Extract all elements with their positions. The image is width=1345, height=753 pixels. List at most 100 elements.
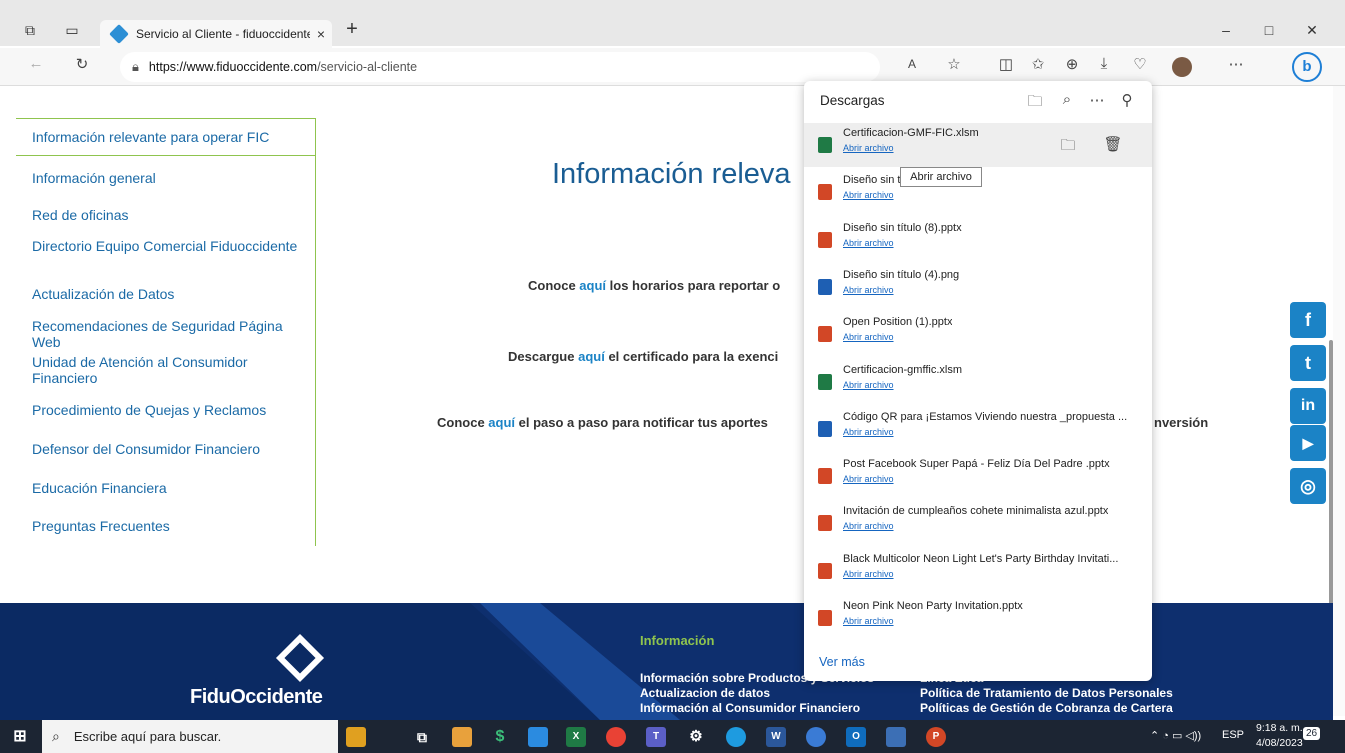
read-aloud-icon[interactable]: A bbox=[900, 57, 924, 71]
footer-link-datos-personales[interactable]: Política de Tratamiento de Datos Persona… bbox=[920, 686, 1173, 700]
store-icon[interactable] bbox=[528, 727, 548, 747]
see-more-link[interactable]: Ver más bbox=[819, 655, 865, 669]
page-heading: Información releva bbox=[552, 158, 791, 190]
taskbar-search-box[interactable]: ⌕ Escribe aquí para buscar. bbox=[42, 720, 338, 753]
download-item[interactable]: Código QR para ¡Estamos Viviendo nuestra… bbox=[804, 407, 1152, 451]
collections-icon[interactable]: ⊕ bbox=[1060, 55, 1084, 73]
download-item[interactable]: Certificacion-gmffic.xlsm Abrir archivo bbox=[804, 360, 1152, 404]
open-file-link[interactable]: Abrir archivo bbox=[843, 143, 894, 153]
footer-link-actualizacion[interactable]: Actualizacion de datos bbox=[640, 686, 770, 700]
new-tab-button[interactable]: + bbox=[340, 18, 364, 41]
download-item[interactable]: Open Position (1).pptx Abrir archivo bbox=[804, 312, 1152, 356]
word-icon[interactable]: W bbox=[766, 727, 786, 747]
money-app-icon[interactable]: $ bbox=[490, 727, 510, 747]
maximize-button[interactable]: □ bbox=[1257, 22, 1281, 38]
open-file-link[interactable]: Abrir archivo bbox=[843, 238, 894, 248]
more-options-icon[interactable]: ⋯ bbox=[1086, 91, 1108, 109]
download-file-name: Código QR para ¡Estamos Viviendo nuestra… bbox=[843, 410, 1128, 423]
url-host: https://www.fiduoccidente.com bbox=[148, 60, 318, 74]
aportes-link[interactable]: aquí bbox=[488, 415, 515, 430]
open-file-link[interactable]: Abrir archivo bbox=[843, 427, 894, 437]
open-file-link[interactable]: Abrir archivo bbox=[843, 616, 894, 626]
download-item[interactable]: Invitación de cumpleaños cohete minimali… bbox=[804, 501, 1152, 545]
open-file-link[interactable]: Abrir archivo bbox=[843, 569, 894, 579]
download-item[interactable]: Diseño sin título (4).png Abrir archivo bbox=[804, 265, 1152, 309]
open-downloads-folder-icon[interactable]: 🗀︎ bbox=[1024, 91, 1046, 116]
footer-link-consumidor[interactable]: Información al Consumidor Financiero bbox=[640, 701, 860, 715]
browser-essentials-icon[interactable]: ♡ bbox=[1128, 55, 1152, 73]
file-explorer-icon[interactable] bbox=[452, 727, 472, 747]
settings-more-icon[interactable]: ⋯ bbox=[1224, 55, 1248, 73]
open-file-link[interactable]: Abrir archivo bbox=[843, 332, 894, 342]
downloads-icon[interactable]: ⤓ bbox=[1092, 55, 1116, 72]
open-file-link[interactable]: Abrir archivo bbox=[843, 521, 894, 531]
outlook-icon[interactable]: O bbox=[846, 727, 866, 747]
footer-link-cobranza[interactable]: Políticas de Gestión de Cobranza de Cart… bbox=[920, 701, 1173, 715]
notification-badge[interactable]: 26 bbox=[1303, 727, 1321, 740]
download-item[interactable]: Black Multicolor Neon Light Let's Party … bbox=[804, 549, 1152, 593]
task-view-icon[interactable]: ⧉ bbox=[412, 727, 432, 747]
search-downloads-icon[interactable]: ⌕ bbox=[1056, 91, 1078, 108]
page-scrollbar-thumb[interactable] bbox=[1329, 340, 1333, 610]
youtube-icon[interactable]: ▶ bbox=[1290, 425, 1326, 461]
tab-close-icon[interactable]: × bbox=[310, 26, 332, 42]
menu-item-defensor[interactable]: Defensor del Consumidor Financiero bbox=[32, 441, 312, 457]
language-indicator[interactable]: ESP bbox=[1222, 729, 1244, 741]
tray-icons[interactable]: ⌃ ◔ ▭ ◁)) bbox=[1150, 729, 1201, 742]
clock-date[interactable]: 4/08/2023 bbox=[1256, 737, 1303, 749]
powerpoint-file-icon bbox=[818, 326, 832, 343]
briefcase-icon[interactable] bbox=[346, 727, 366, 747]
browser-tab[interactable]: Servicio al Cliente - fiduoccidente × bbox=[100, 20, 332, 48]
chrome-icon[interactable] bbox=[606, 727, 626, 747]
teams-icon[interactable]: T bbox=[646, 727, 666, 747]
instagram-icon[interactable]: ◎ bbox=[1290, 468, 1326, 504]
back-icon[interactable]: ← bbox=[24, 55, 48, 72]
url-path: /servicio-al-cliente bbox=[317, 60, 418, 74]
split-screen-icon[interactable]: ◫ bbox=[994, 55, 1018, 73]
page-scrollbar-track[interactable] bbox=[1333, 86, 1345, 716]
favorite-star-icon[interactable]: ☆ bbox=[942, 55, 966, 73]
certificado-link[interactable]: aquí bbox=[578, 349, 605, 364]
clock-time[interactable]: 9:18 a. m. bbox=[1256, 722, 1303, 734]
windows-start-icon[interactable]: ⊞ bbox=[10, 727, 30, 747]
copilot-app-icon[interactable] bbox=[806, 727, 826, 747]
menu-item-quejas[interactable]: Procedimiento de Quejas y Reclamos bbox=[32, 402, 312, 418]
twitter-icon[interactable]: t bbox=[1290, 345, 1326, 381]
powerpoint-icon[interactable]: P bbox=[926, 727, 946, 747]
workspaces-icon[interactable]: ⧉ bbox=[18, 22, 42, 39]
download-item[interactable]: Post Facebook Super Papá - Feliz Día Del… bbox=[804, 454, 1152, 498]
menu-item-unidad-atencion[interactable]: Unidad de Atención al Consumidor Financi… bbox=[32, 354, 312, 386]
open-file-link[interactable]: Abrir archivo bbox=[843, 474, 894, 484]
menu-item-actualizacion-datos[interactable]: Actualización de Datos bbox=[32, 286, 312, 302]
horarios-link[interactable]: aquí bbox=[579, 278, 606, 293]
menu-item-preguntas[interactable]: Preguntas Frecuentes bbox=[32, 518, 312, 534]
menu-item-educacion[interactable]: Educación Financiera bbox=[32, 480, 312, 496]
edge-icon[interactable] bbox=[726, 727, 746, 747]
address-bar[interactable]: 🔒︎ https://www.fiduoccidente.com /servic… bbox=[120, 52, 880, 82]
open-file-link[interactable]: Abrir archivo bbox=[843, 285, 894, 295]
open-file-link[interactable]: Abrir archivo bbox=[843, 380, 894, 390]
menu-item-seguridad[interactable]: Recomendaciones de Seguridad Página Web bbox=[32, 318, 312, 350]
linkedin-icon[interactable]: in bbox=[1290, 388, 1326, 424]
pin-panel-icon[interactable]: ⚲ bbox=[1116, 91, 1138, 109]
menu-item-directorio[interactable]: Directorio Equipo Comercial Fiduoccident… bbox=[32, 238, 312, 254]
minimize-button[interactable]: – bbox=[1214, 22, 1238, 38]
refresh-icon[interactable]: ↻ bbox=[70, 55, 94, 73]
profile-avatar[interactable] bbox=[1172, 57, 1192, 77]
tab-actions-icon[interactable]: ▭ bbox=[60, 22, 84, 39]
bing-copilot-icon[interactable]: b bbox=[1292, 52, 1322, 82]
open-file-link[interactable]: Abrir archivo bbox=[843, 190, 894, 200]
menu-item-informacion-general[interactable]: Información general bbox=[32, 170, 312, 186]
download-file-name: Post Facebook Super Papá - Feliz Día Del… bbox=[843, 458, 1110, 471]
calculator-icon[interactable] bbox=[886, 727, 906, 747]
facebook-icon[interactable]: f bbox=[1290, 302, 1326, 338]
menu-item-info-relevante[interactable]: Información relevante para operar FIC bbox=[16, 118, 315, 156]
excel-taskbar-icon[interactable]: X bbox=[566, 727, 586, 747]
download-item[interactable]: Certificacion-GMF-FIC.xlsm Abrir archivo bbox=[804, 123, 1152, 167]
menu-item-red-oficinas[interactable]: Red de oficinas bbox=[32, 207, 312, 223]
download-item[interactable]: Diseño sin título (8).pptx Abrir archivo bbox=[804, 218, 1152, 262]
close-window-button[interactable]: ✕ bbox=[1300, 22, 1324, 39]
favorites-icon[interactable]: ✩ bbox=[1026, 55, 1050, 73]
settings-gear-icon[interactable]: ⚙ bbox=[686, 727, 706, 747]
download-item[interactable]: Neon Pink Neon Party Invitation.pptx Abri… bbox=[804, 596, 1152, 640]
